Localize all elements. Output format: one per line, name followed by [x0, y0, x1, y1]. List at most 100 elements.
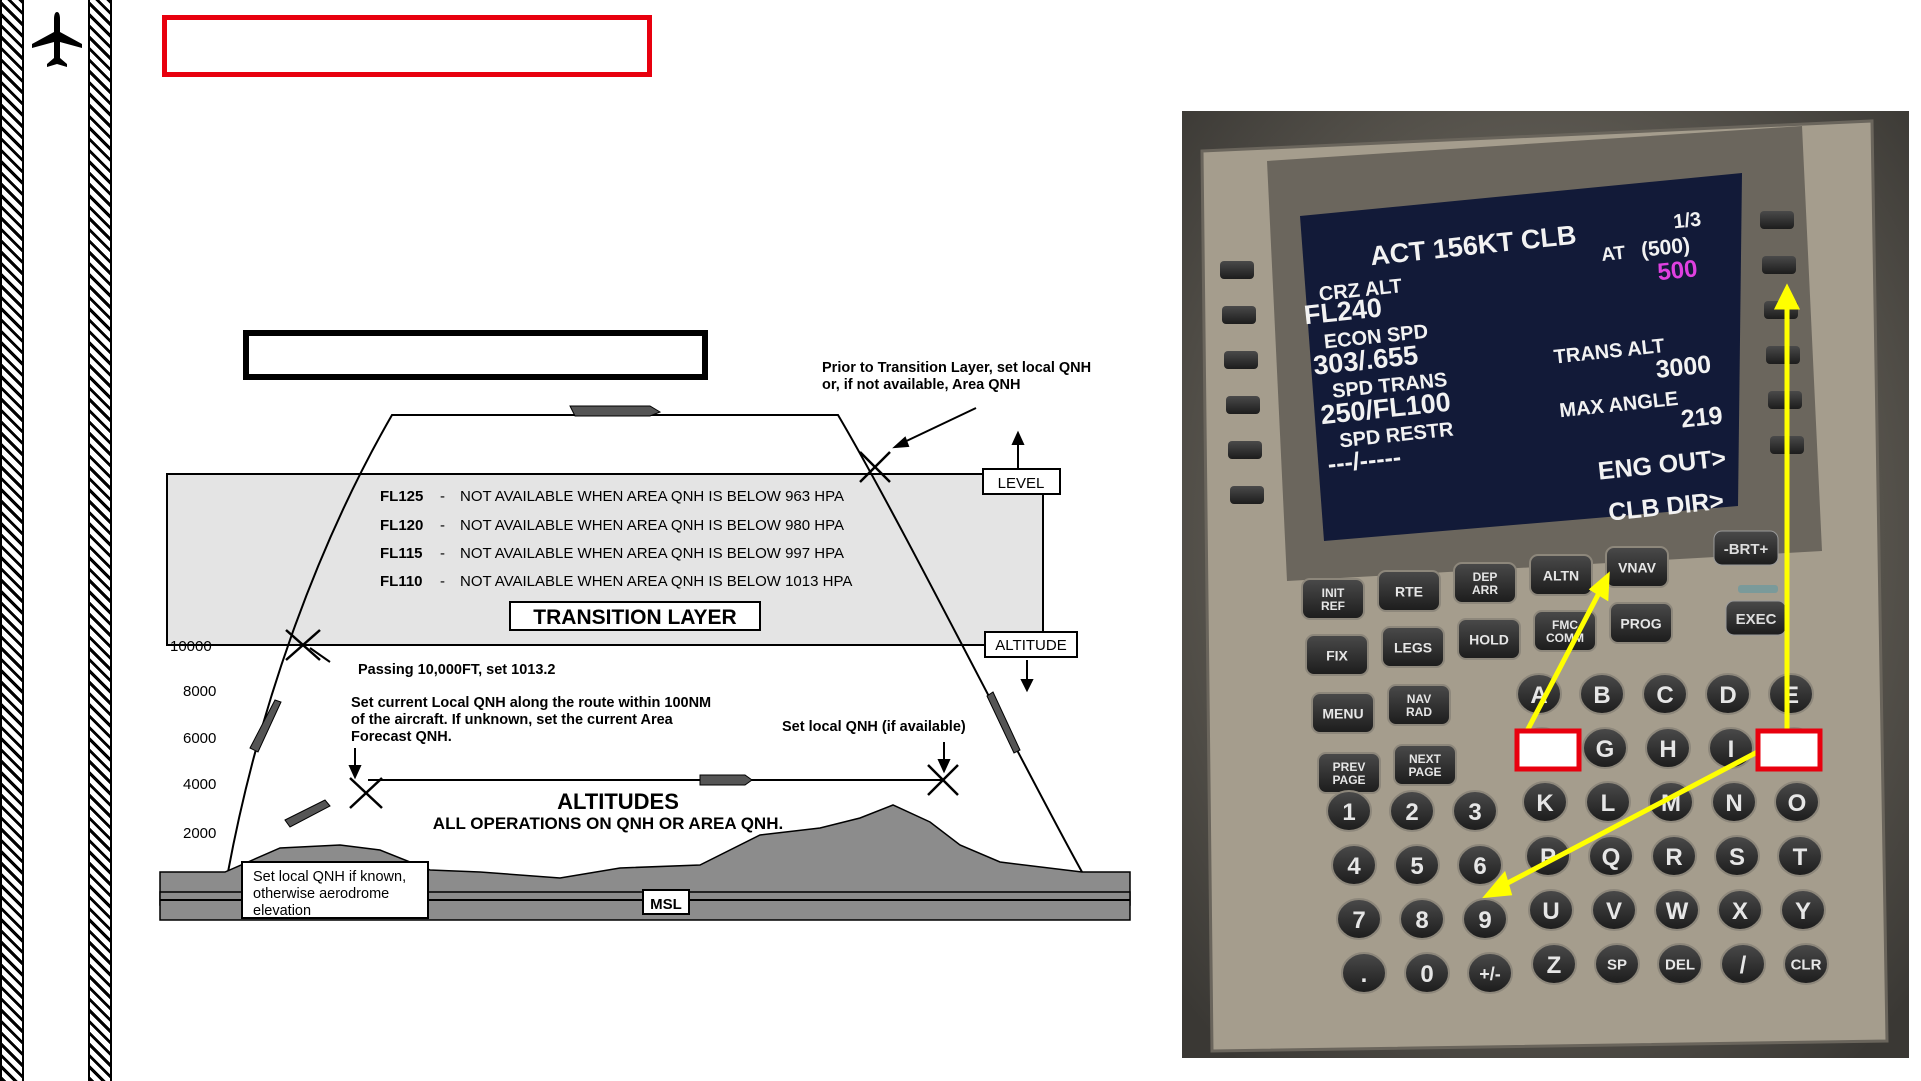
- function-key-dep-arr[interactable]: DEPARR: [1453, 562, 1517, 604]
- key-digit-4-label: 4: [1347, 853, 1361, 880]
- key-digit-11-label: 0: [1420, 961, 1433, 988]
- key-x[interactable]: X: [1717, 889, 1763, 931]
- function-key-nav-rad-label: RAD: [1406, 705, 1432, 719]
- function-key-altn[interactable]: ALTN: [1529, 554, 1593, 596]
- key-i[interactable]: I: [1708, 727, 1754, 769]
- function-key-prog[interactable]: PROG: [1609, 602, 1673, 644]
- key-digit-9[interactable]: 9: [1462, 898, 1508, 940]
- key-digit-5[interactable]: 5: [1394, 844, 1440, 886]
- key-g-label: G: [1596, 736, 1615, 763]
- key-o[interactable]: O: [1774, 781, 1820, 823]
- brt-key: -BRT+: [1713, 530, 1779, 566]
- key-e[interactable]: E: [1768, 673, 1814, 715]
- key-digit-2-label: 2: [1405, 799, 1418, 826]
- function-key-menu[interactable]: MENU: [1311, 692, 1375, 734]
- key-c-label: C: [1656, 682, 1673, 709]
- local-qnh-note-1: Set current Local QNH along the route wi…: [351, 695, 711, 711]
- altitudes-title: ALTITUDES: [557, 789, 679, 814]
- screen-max-angle-value: 219: [1680, 401, 1724, 433]
- key-w[interactable]: W: [1654, 889, 1700, 931]
- function-key-next-page[interactable]: NEXTPAGE: [1393, 744, 1457, 786]
- screen-at-label: AT: [1600, 243, 1626, 266]
- function-key-altn-label: ALTN: [1543, 567, 1579, 583]
- function-key-vnav[interactable]: VNAV: [1605, 546, 1669, 588]
- altitudes-subtitle: ALL OPERATIONS ON QNH OR AREA QNH.: [433, 814, 783, 833]
- key-g[interactable]: G: [1582, 727, 1628, 769]
- key-v[interactable]: V: [1591, 889, 1637, 931]
- ground-note-3: elevation: [253, 903, 311, 919]
- key-clr[interactable]: CLR: [1783, 943, 1829, 985]
- alt-tick: 8000: [183, 683, 216, 700]
- fl-row-text: NOT AVAILABLE WHEN AREA QNH IS BELOW 101…: [460, 573, 852, 590]
- local-qnh-note-2: of the aircraft. If unknown, set the cur…: [351, 712, 674, 728]
- fl-row-fl: FL125: [380, 488, 423, 505]
- key-o-label: O: [1788, 790, 1807, 817]
- key-b[interactable]: B: [1579, 673, 1625, 715]
- key-digit-6[interactable]: 6: [1457, 844, 1503, 886]
- key-n[interactable]: N: [1711, 781, 1757, 823]
- key-c[interactable]: C: [1642, 673, 1688, 715]
- key-b-label: B: [1593, 682, 1610, 709]
- key-i-label: I: [1728, 736, 1735, 763]
- function-key-prev-page[interactable]: PREVPAGE: [1317, 752, 1381, 794]
- fmc-cdu-panel: ACT 156KT CLB 1/3 AT (500) 500 CRZ ALT F…: [1182, 111, 1909, 1058]
- key-digit-6-label: 6: [1473, 853, 1486, 880]
- key-digit-7[interactable]: 7: [1336, 898, 1382, 940]
- function-key-rte[interactable]: RTE: [1377, 570, 1441, 612]
- key-y[interactable]: Y: [1780, 889, 1826, 931]
- key-digit-4[interactable]: 4: [1331, 844, 1377, 886]
- level-label: LEVEL: [998, 475, 1045, 492]
- key-del[interactable]: DEL: [1657, 943, 1703, 985]
- red-highlight-box-left: [1514, 728, 1582, 772]
- key-del-label: DEL: [1665, 957, 1695, 974]
- left-stripe-inner: [88, 0, 112, 1081]
- key-digit-10-label: .: [1361, 961, 1368, 988]
- function-key-fix[interactable]: FIX: [1305, 634, 1369, 676]
- key-r-label: R: [1665, 844, 1682, 871]
- function-key-nav-rad[interactable]: NAVRAD: [1387, 684, 1451, 726]
- alt-tick: 6000: [183, 730, 216, 747]
- function-key-dep-arr-label: ARR: [1472, 583, 1498, 597]
- ground-note-2: otherwise aerodrome: [253, 886, 389, 902]
- function-key-next-page-label: NEXT: [1409, 752, 1442, 766]
- key-t[interactable]: T: [1777, 835, 1823, 877]
- function-key-hold[interactable]: HOLD: [1457, 618, 1521, 660]
- key-z-label: Z: [1547, 952, 1562, 979]
- key-s[interactable]: S: [1714, 835, 1760, 877]
- key-sp[interactable]: SP: [1594, 943, 1640, 985]
- key-t-label: T: [1793, 844, 1808, 871]
- fl-row-dash: -: [440, 573, 445, 590]
- key-digit-10[interactable]: .: [1341, 952, 1387, 994]
- key-digit-9-label: 9: [1478, 907, 1491, 934]
- key-h[interactable]: H: [1645, 727, 1691, 769]
- key-k[interactable]: K: [1522, 781, 1568, 823]
- key-digit-12[interactable]: +/-: [1467, 952, 1513, 994]
- key-v-label: V: [1606, 898, 1622, 925]
- function-key-next-page-label: PAGE: [1408, 765, 1441, 779]
- key-u[interactable]: U: [1528, 889, 1574, 931]
- key-q[interactable]: Q: [1588, 835, 1634, 877]
- fl-row-dash: -: [440, 517, 445, 534]
- key-z[interactable]: Z: [1531, 943, 1577, 985]
- key-digit-11[interactable]: 0: [1404, 952, 1450, 994]
- function-key-init-ref[interactable]: INITREF: [1301, 578, 1365, 620]
- key-clr-label: CLR: [1791, 957, 1822, 974]
- key-digit-2[interactable]: 2: [1389, 790, 1435, 832]
- key-digit-3[interactable]: 3: [1452, 790, 1498, 832]
- key-digit-8-label: 8: [1415, 907, 1428, 934]
- left-stripe-outer: [0, 0, 24, 1081]
- key-digit-8[interactable]: 8: [1399, 898, 1445, 940]
- function-key-prev-page-label: PREV: [1333, 760, 1366, 774]
- fl-row-fl: FL115: [380, 545, 423, 562]
- function-key-vnav-label: VNAV: [1618, 559, 1657, 575]
- key-digit-12-label: +/-: [1479, 964, 1501, 984]
- key-digit-1[interactable]: 1: [1326, 790, 1372, 832]
- function-key-legs[interactable]: LEGS: [1381, 626, 1445, 668]
- brt-label: -BRT+: [1724, 541, 1769, 558]
- function-key-dep-arr-label: DEP: [1473, 570, 1498, 584]
- key-l[interactable]: L: [1585, 781, 1631, 823]
- key-r[interactable]: R: [1651, 835, 1697, 877]
- key-slash[interactable]: /: [1720, 943, 1766, 985]
- key-d[interactable]: D: [1705, 673, 1751, 715]
- screen-at-magenta: 500: [1656, 255, 1699, 286]
